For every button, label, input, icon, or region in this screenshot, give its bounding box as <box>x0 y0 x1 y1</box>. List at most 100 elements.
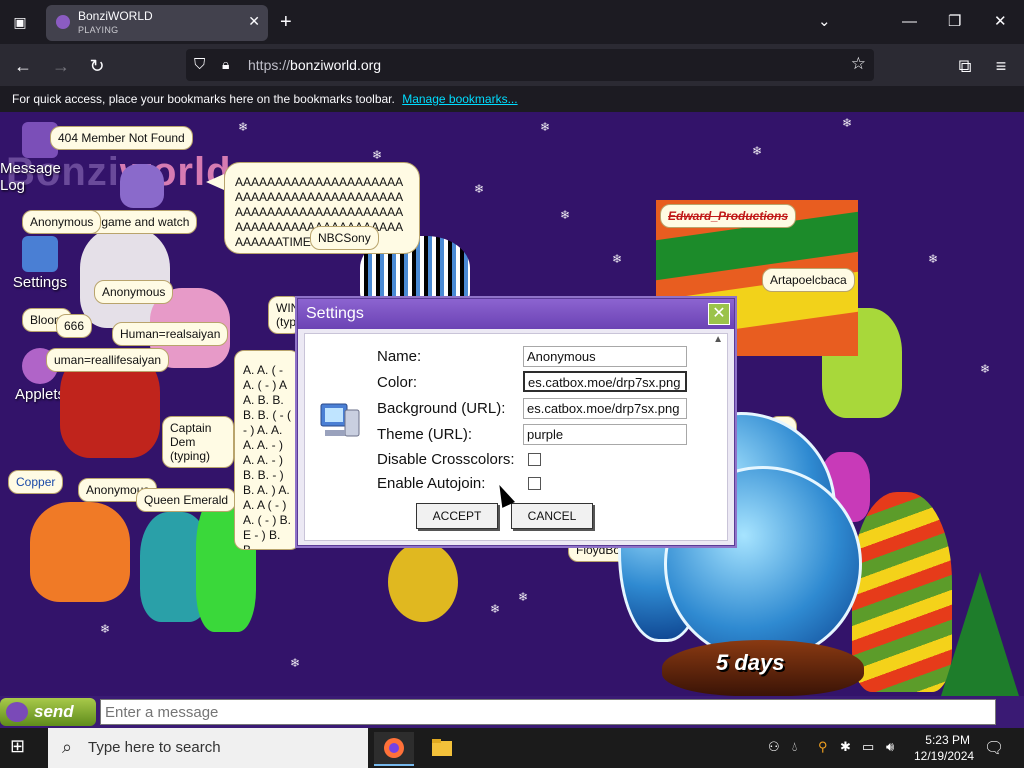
bookmarks-hint: For quick access, place your bookmarks h… <box>12 92 395 106</box>
manage-bookmarks-link[interactable]: Manage bookmarks... <box>402 92 517 106</box>
search-icon: ⌕ <box>62 737 73 757</box>
bonzi-sprite <box>120 164 164 208</box>
network-tray-icon[interactable]: ▭ <box>862 739 874 755</box>
snowflake-icon: ❄ <box>752 144 763 158</box>
enable-autojoin-label: Enable Autojoin: <box>377 475 486 492</box>
snowflake-icon: ❄ <box>474 182 485 196</box>
disable-crosscolors-checkbox[interactable] <box>528 453 541 466</box>
snowflake-icon: ❄ <box>540 120 551 134</box>
username-tag: Copper <box>8 470 64 494</box>
fox-sprite <box>30 502 130 602</box>
taskbar-search-placeholder: Type here to search <box>88 739 221 756</box>
snowflake-icon: ❄ <box>290 656 301 670</box>
countdown-text: 5 days <box>716 650 785 675</box>
dialog-title: Settings <box>298 299 734 329</box>
scroll-up-icon[interactable]: ▲ <box>713 334 723 345</box>
settings-desktop-icon[interactable]: Settings <box>0 236 80 291</box>
accept-button[interactable]: ACCEPT <box>416 503 498 529</box>
reload-icon[interactable]: ↻ <box>84 53 110 79</box>
extensions-icon[interactable]: ⧉ <box>952 53 978 79</box>
window-close-icon[interactable]: ✕ <box>994 10 1007 34</box>
bookmarks-toolbar: For quick access, place your bookmarks h… <box>0 86 1024 112</box>
snowflake-icon: ❄ <box>560 208 571 222</box>
username-tag: NBCSony <box>310 226 379 250</box>
christmas-tree-icon <box>936 572 1024 712</box>
taskbar-clock[interactable]: 5:23 PM 12/19/2024 <box>914 732 975 764</box>
new-tab-icon[interactable]: + <box>280 10 292 34</box>
windows-start-icon[interactable]: ⊞ <box>10 736 34 760</box>
background-url-field[interactable]: es.catbox.moe/drp7sx.png <box>523 398 687 419</box>
theme-url-label: Theme (URL): <box>377 426 473 443</box>
username-tag: r game and watch <box>86 210 198 234</box>
lock-icon[interactable]: 🔒︎ <box>222 56 229 73</box>
notification-icon[interactable]: 🗨︎ <box>984 738 1004 758</box>
name-label: Name: <box>377 348 422 365</box>
forward-arrow-icon[interactable]: → <box>48 53 74 79</box>
firefox-taskbar-icon[interactable] <box>374 732 414 766</box>
snowflake-icon: ❄ <box>928 252 939 266</box>
droplet-tray-icon[interactable]: 💧︎ <box>792 739 797 755</box>
tab-subtitle: PLAYING <box>78 25 119 35</box>
snowflake-icon: ❄ <box>100 622 111 636</box>
browser-nav-bar: ← → ↻ ⛉ 🔒︎ https://bonziworld.org ☆ ⧉ ≡ <box>0 44 1024 86</box>
disable-crosscolors-label: Disable Crosscolors: <box>377 451 515 468</box>
tab-bonziworld[interactable]: BonziWORLD PLAYING ✕ <box>46 5 268 41</box>
bonzi-send-icon <box>6 702 28 722</box>
dialog-close-icon[interactable]: ✕ <box>708 303 730 325</box>
enable-autojoin-checkbox[interactable] <box>528 477 541 490</box>
username-tag: uman=reallifesaiyan <box>46 348 170 372</box>
username-tag: Anonymous <box>94 280 174 304</box>
people-tray-icon[interactable]: ⚇ <box>768 739 780 755</box>
file-explorer-taskbar-icon[interactable] <box>422 732 462 766</box>
theme-url-field[interactable]: purple <box>523 424 687 445</box>
back-arrow-icon[interactable]: ← <box>10 53 36 79</box>
volume-icon[interactable]: 🔊︎ <box>886 739 894 755</box>
username-tag: Artapoelcbaca <box>762 268 855 292</box>
snowflake-icon: ❄ <box>238 120 249 134</box>
snowflake-icon: ❄ <box>490 602 501 616</box>
tab-overflow-chevron-icon[interactable]: ⌄ <box>818 10 831 34</box>
username-tag: 666 <box>56 314 93 338</box>
search-tray-icon[interactable]: ⚲ <box>818 739 828 755</box>
name-field[interactable]: Anonymous <box>523 346 687 367</box>
bonzi-favicon-icon <box>56 15 70 29</box>
url-bar[interactable]: ⛉ 🔒︎ https://bonziworld.org ☆ <box>186 49 874 81</box>
username-tag: Captain Dem (typing) <box>162 416 234 468</box>
username-tag: 404 Member Not Found <box>50 126 193 150</box>
username-tag: Edward_Productions <box>660 204 797 228</box>
minimize-icon[interactable]: — <box>902 10 917 34</box>
maximize-icon[interactable]: ❐ <box>948 10 961 34</box>
snowflake-tray-icon[interactable]: ✱ <box>840 739 851 755</box>
clock-date: 12/19/2024 <box>914 749 975 763</box>
tab-list-icon[interactable]: ▣ <box>8 10 32 34</box>
chat-bubble-ab: A. A. ( - A. ( - ) A A. B. B. B. B. ( - … <box>234 350 300 550</box>
browser-tab-bar: ▣ BonziWORLD PLAYING ✕ + ⌄ — ❐ ✕ <box>0 0 1024 44</box>
tab-title: BonziWORLD <box>78 9 153 23</box>
computer-settings-icon <box>22 236 58 272</box>
send-button[interactable]: send <box>0 698 96 726</box>
background-url-label: Background (URL): <box>377 400 506 417</box>
url-text[interactable]: https://bonziworld.org <box>248 57 381 73</box>
tracking-shield-icon[interactable]: ⛉ <box>194 56 205 73</box>
snowflake-icon: ❄ <box>842 116 853 130</box>
snowflake-icon: ❄ <box>372 148 383 162</box>
snowflake-icon: ❄ <box>612 252 623 266</box>
message-input[interactable] <box>100 699 996 725</box>
username-tag: Queen Emerald <box>136 488 237 512</box>
settings-dialog: Settings ✕ ▲ Name: Anonymous Color: es.c… <box>297 298 735 546</box>
menu-hamburger-icon[interactable]: ≡ <box>988 53 1014 79</box>
tab-close-icon[interactable]: ✕ <box>248 13 260 30</box>
cancel-button[interactable]: CANCEL <box>511 503 593 529</box>
chat-bar: send <box>0 696 1024 728</box>
computer-settings-icon <box>319 400 361 440</box>
username-tag: Human=realsaiyan <box>112 322 229 346</box>
snowflake-icon: ❄ <box>980 362 991 376</box>
character-sprite <box>388 542 458 622</box>
color-label: Color: <box>377 374 418 391</box>
send-label: send <box>34 702 74 721</box>
taskbar-search[interactable]: ⌕ Type here to search <box>48 728 368 768</box>
snowflake-icon: ❄ <box>518 590 529 604</box>
bookmark-star-icon[interactable]: ☆ <box>851 54 866 74</box>
color-field[interactable]: es.catbox.moe/drp7sx.png <box>523 371 687 392</box>
username-tag: Anonymous <box>22 210 102 234</box>
